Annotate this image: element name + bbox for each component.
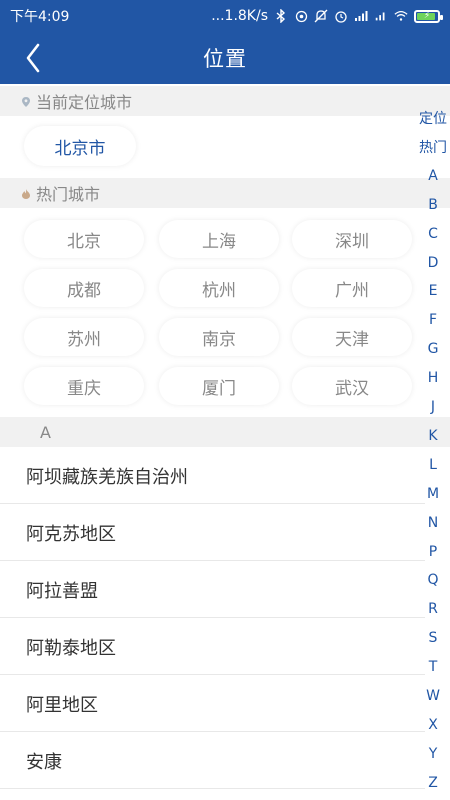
title-bar: 位置: [0, 32, 450, 84]
hot-city-label: 北京: [67, 231, 101, 252]
charging-bolt-icon: ⚡: [423, 10, 431, 21]
hot-city-label: 武汉: [335, 378, 369, 399]
index-item[interactable]: S: [416, 624, 450, 652]
index-item[interactable]: F: [416, 306, 450, 334]
letter-group-header: A: [0, 417, 450, 447]
hot-city-button[interactable]: 武汉: [292, 367, 412, 405]
back-button[interactable]: [18, 38, 48, 78]
city-name: 阿拉善盟: [26, 580, 98, 602]
index-item[interactable]: B: [416, 191, 450, 219]
hot-city-button[interactable]: 上海: [159, 220, 279, 258]
hot-city-label: 广州: [335, 280, 369, 301]
current-location-label: 当前定位城市: [36, 93, 133, 112]
location-pin-icon: [22, 97, 30, 107]
index-item[interactable]: Z: [416, 769, 450, 797]
chevron-left-icon: [26, 43, 40, 73]
index-item[interactable]: D: [416, 249, 450, 277]
index-item[interactable]: L: [416, 451, 450, 479]
index-item[interactable]: G: [416, 335, 450, 363]
hot-city-label: 杭州: [202, 280, 236, 301]
index-item[interactable]: 热门: [416, 133, 450, 161]
hot-city-button[interactable]: 北京: [24, 220, 144, 258]
fire-icon: [22, 189, 30, 199]
index-item[interactable]: M: [416, 480, 450, 508]
city-name: 阿克苏地区: [26, 523, 116, 545]
city-name: 阿里地区: [26, 694, 98, 716]
index-item[interactable]: X: [416, 711, 450, 739]
list-item[interactable]: 安康: [0, 733, 425, 789]
network-speed: ...1.8K/s: [211, 8, 268, 24]
hot-city-button[interactable]: 厦门: [159, 367, 279, 405]
status-icons: ...1.8K/s ⚡: [211, 8, 443, 24]
battery-icon: ⚡: [414, 9, 443, 23]
hot-city-label: 南京: [202, 329, 236, 350]
list-item[interactable]: 阿坝藏族羌族自治州: [0, 448, 425, 504]
list-item[interactable]: 阿克苏地区: [0, 505, 425, 561]
city-name: 阿坝藏族羌族自治州: [26, 466, 188, 488]
alarm-icon: [334, 9, 348, 23]
list-item[interactable]: 阿拉善盟: [0, 562, 425, 618]
status-bar: 下午4:09 ...1.8K/s ⚡: [0, 0, 450, 32]
index-item[interactable]: C: [416, 220, 450, 248]
hot-city-label: 厦门: [202, 378, 236, 399]
hot-city-button[interactable]: 天津: [292, 318, 412, 356]
index-item[interactable]: P: [416, 538, 450, 566]
hd-signal-icon: [374, 9, 388, 23]
hot-city-label: 重庆: [67, 378, 101, 399]
hot-city-button[interactable]: 杭州: [159, 269, 279, 307]
hot-city-button[interactable]: 广州: [292, 269, 412, 307]
index-item[interactable]: E: [416, 277, 450, 305]
index-item[interactable]: W: [416, 682, 450, 710]
hot-city-button[interactable]: 苏州: [24, 318, 144, 356]
hot-city-button[interactable]: 深圳: [292, 220, 412, 258]
index-item[interactable]: R: [416, 595, 450, 623]
hot-city-label: 上海: [202, 231, 236, 252]
index-item[interactable]: Y: [416, 740, 450, 768]
list-item[interactable]: 阿勒泰地区: [0, 619, 425, 675]
index-item[interactable]: K: [416, 422, 450, 450]
index-item[interactable]: N: [416, 509, 450, 537]
mute-icon: [314, 9, 328, 23]
index-item[interactable]: H: [416, 364, 450, 392]
index-item[interactable]: J: [416, 393, 450, 421]
hot-city-button[interactable]: 成都: [24, 269, 144, 307]
bluetooth-icon: [274, 9, 288, 23]
letter-group-label: A: [40, 422, 51, 442]
hot-cities-header: 热门城市: [0, 178, 450, 208]
current-location-header: 当前定位城市: [0, 86, 450, 116]
hot-city-label: 天津: [335, 329, 369, 350]
hot-city-label: 深圳: [335, 231, 369, 252]
page-title: 位置: [203, 47, 247, 71]
hot-cities-label: 热门城市: [36, 185, 101, 204]
hot-city-button[interactable]: 南京: [159, 318, 279, 356]
hot-city-label: 成都: [67, 280, 101, 301]
status-time: 下午4:09: [10, 9, 70, 25]
hot-city-button[interactable]: 重庆: [24, 367, 144, 405]
current-city-label: 北京市: [54, 138, 106, 159]
city-name: 阿勒泰地区: [26, 637, 116, 659]
cell-signal-icon: [354, 9, 368, 23]
index-item[interactable]: 定位: [416, 104, 450, 132]
city-name: 安康: [26, 751, 62, 773]
index-item[interactable]: T: [416, 653, 450, 681]
hot-city-label: 苏州: [67, 329, 101, 350]
screen: 下午4:09 ...1.8K/s ⚡ 位置 当前定位城市 北京市 热门城市 北京…: [0, 0, 450, 800]
index-item[interactable]: Q: [416, 566, 450, 594]
list-item[interactable]: 阿里地区: [0, 676, 425, 732]
current-city-button[interactable]: 北京市: [24, 126, 136, 166]
wifi-icon: [394, 9, 408, 23]
index-item[interactable]: A: [416, 162, 450, 190]
location-icon: [294, 9, 308, 23]
